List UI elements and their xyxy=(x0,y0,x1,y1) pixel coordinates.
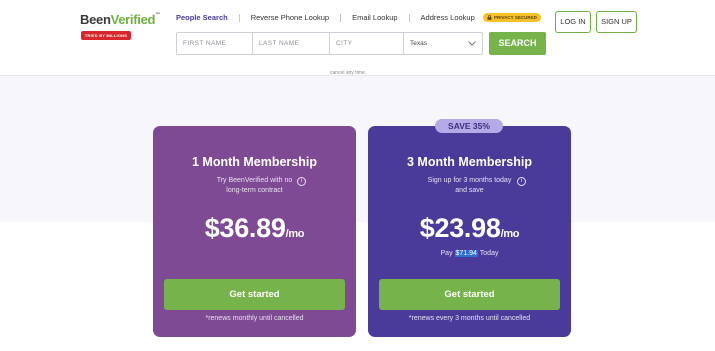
nav-divider xyxy=(408,13,410,22)
nav-email-lookup[interactable]: Email Lookup xyxy=(352,13,397,22)
plan-title: 3 Month Membership xyxy=(406,155,532,169)
tried-by-millions-badge: TRIED BY MILLIONS xyxy=(81,31,131,40)
plan-card-1-month: 1 Month Membership Try BeenVerified with… xyxy=(153,126,356,337)
renewal-note: *renews every 3 months until cancelled xyxy=(408,315,531,322)
search-button[interactable]: SEARCH xyxy=(489,32,546,55)
nav-reverse-phone-lookup[interactable]: Reverse Phone Lookup xyxy=(251,13,329,22)
pay-amount: $71.94 xyxy=(454,250,478,257)
lock-icon xyxy=(487,15,492,20)
beenverified-logo[interactable]: BeenVerified™ xyxy=(80,12,160,27)
plan-price: $23.98/mo xyxy=(419,213,520,243)
renewal-note: *renews monthly until cancelled xyxy=(205,315,304,322)
save-percent-badge: SAVE 35% xyxy=(435,119,503,133)
nav-divider xyxy=(238,13,240,22)
top-nav: People Search Reverse Phone Lookup Email… xyxy=(176,13,475,22)
info-icon[interactable]: i xyxy=(297,177,306,186)
plan-description: Try BeenVerified with no long-term contr… xyxy=(216,177,293,194)
city-input[interactable]: CITY xyxy=(330,33,404,54)
nav-address-lookup[interactable]: Address Lookup xyxy=(421,13,475,22)
people-search-form: FIRST NAME LAST NAME CITY Texas xyxy=(176,32,483,55)
plan-price: $36.89/mo xyxy=(204,213,305,243)
first-name-input[interactable]: FIRST NAME xyxy=(177,33,253,54)
login-button[interactable]: LOG IN xyxy=(555,11,591,33)
last-name-input[interactable]: LAST NAME xyxy=(253,33,330,54)
site-header: BeenVerified™ TRIED BY MILLIONS People S… xyxy=(0,0,715,76)
state-select[interactable]: Texas xyxy=(404,33,482,54)
privacy-secured-badge: PRIVACY SECURED xyxy=(483,13,541,22)
nav-divider xyxy=(340,13,342,22)
pay-today-note: Pay $71.94 Today xyxy=(440,250,499,257)
get-started-button-1-month[interactable]: Get started xyxy=(164,279,345,310)
chevron-down-icon xyxy=(468,41,476,46)
nav-people-search[interactable]: People Search xyxy=(176,13,228,22)
cancel-note-text: cancel any time. xyxy=(330,70,367,76)
plan-card-3-month: 3 Month Membership Sign up for 3 months … xyxy=(368,126,571,337)
get-started-button-3-month[interactable]: Get started xyxy=(379,279,560,310)
page-lower-band xyxy=(0,222,715,351)
signup-button[interactable]: SIGN UP xyxy=(596,11,637,33)
plan-title: 1 Month Membership xyxy=(191,155,317,169)
plan-description: Sign up for 3 months today and save xyxy=(427,177,512,194)
info-icon[interactable]: i xyxy=(517,177,526,186)
